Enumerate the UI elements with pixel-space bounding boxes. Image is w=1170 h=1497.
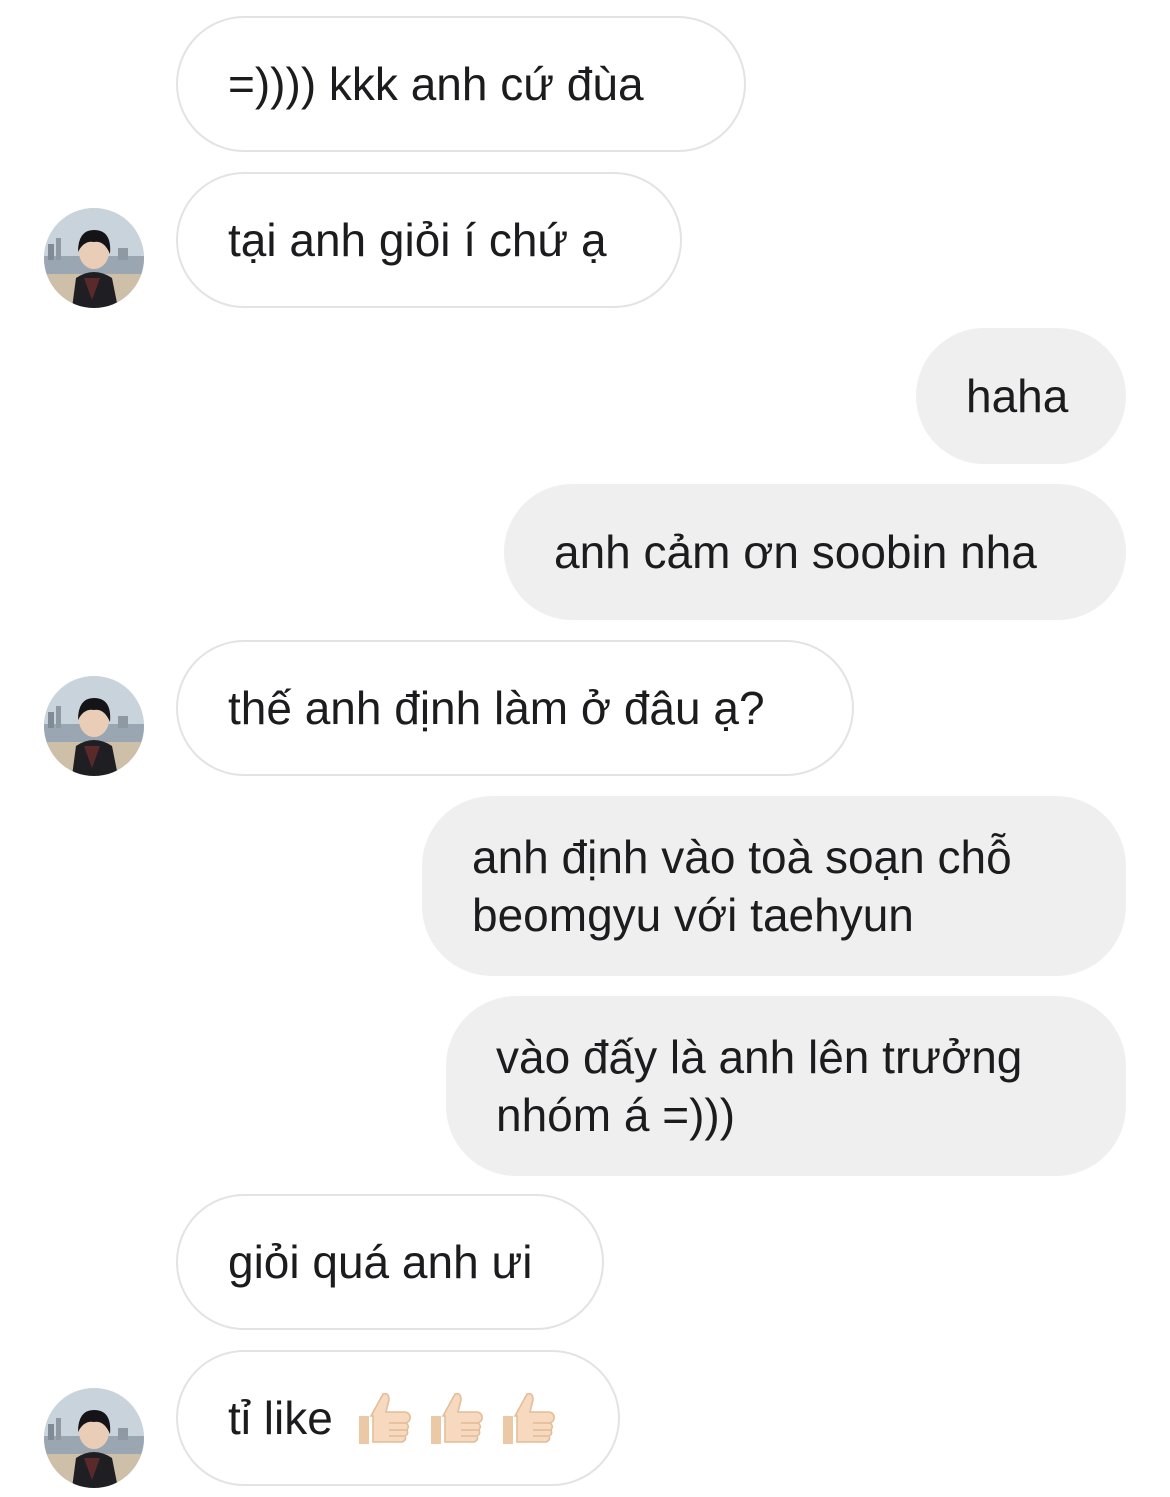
message-text: =)))) kkk anh cứ đùa xyxy=(228,58,644,110)
message-text: haha xyxy=(966,370,1069,422)
message-bubble-incoming[interactable]: tỉ like xyxy=(176,1350,620,1486)
message-bubble-incoming[interactable]: thế anh định làm ở đâu ạ? xyxy=(176,640,854,776)
message-text: anh cảm ơn soobin nha xyxy=(554,526,1037,578)
message-text: thế anh định làm ở đâu ạ? xyxy=(228,682,765,734)
message-text: anh định vào toà soạn chỗ beomgyu với ta… xyxy=(472,831,1012,941)
message-bubble-incoming[interactable]: =)))) kkk anh cứ đùa xyxy=(176,16,746,152)
thumbs-up-icon xyxy=(358,1392,411,1444)
message-bubble-outgoing[interactable]: haha xyxy=(916,328,1126,464)
chat-thread: =)))) kkk anh cứ đùa tại anh giỏi í chứ … xyxy=(0,0,1170,1497)
message-text: vào đấy là anh lên trưởng nhóm á =))) xyxy=(496,1031,1023,1141)
contact-avatar[interactable] xyxy=(44,676,144,776)
message-bubble-incoming[interactable]: giỏi quá anh ưi xyxy=(176,1194,604,1330)
thumbs-up-icon xyxy=(430,1392,483,1444)
thumbs-up-icon xyxy=(502,1392,555,1444)
message-bubble-outgoing[interactable]: anh cảm ơn soobin nha xyxy=(504,484,1126,620)
message-bubble-outgoing[interactable]: anh định vào toà soạn chỗ beomgyu với ta… xyxy=(422,796,1126,976)
contact-avatar[interactable] xyxy=(44,208,144,308)
message-text: tại anh giỏi í chứ ạ xyxy=(228,214,607,266)
message-bubble-incoming[interactable]: tại anh giỏi í chứ ạ xyxy=(176,172,682,308)
message-bubble-outgoing[interactable]: vào đấy là anh lên trưởng nhóm á =))) xyxy=(446,996,1126,1176)
contact-avatar[interactable] xyxy=(44,1388,144,1488)
thumbs-up-emoji-group xyxy=(351,1386,559,1450)
message-text: tỉ like xyxy=(228,1392,333,1444)
message-text: giỏi quá anh ưi xyxy=(228,1236,533,1288)
